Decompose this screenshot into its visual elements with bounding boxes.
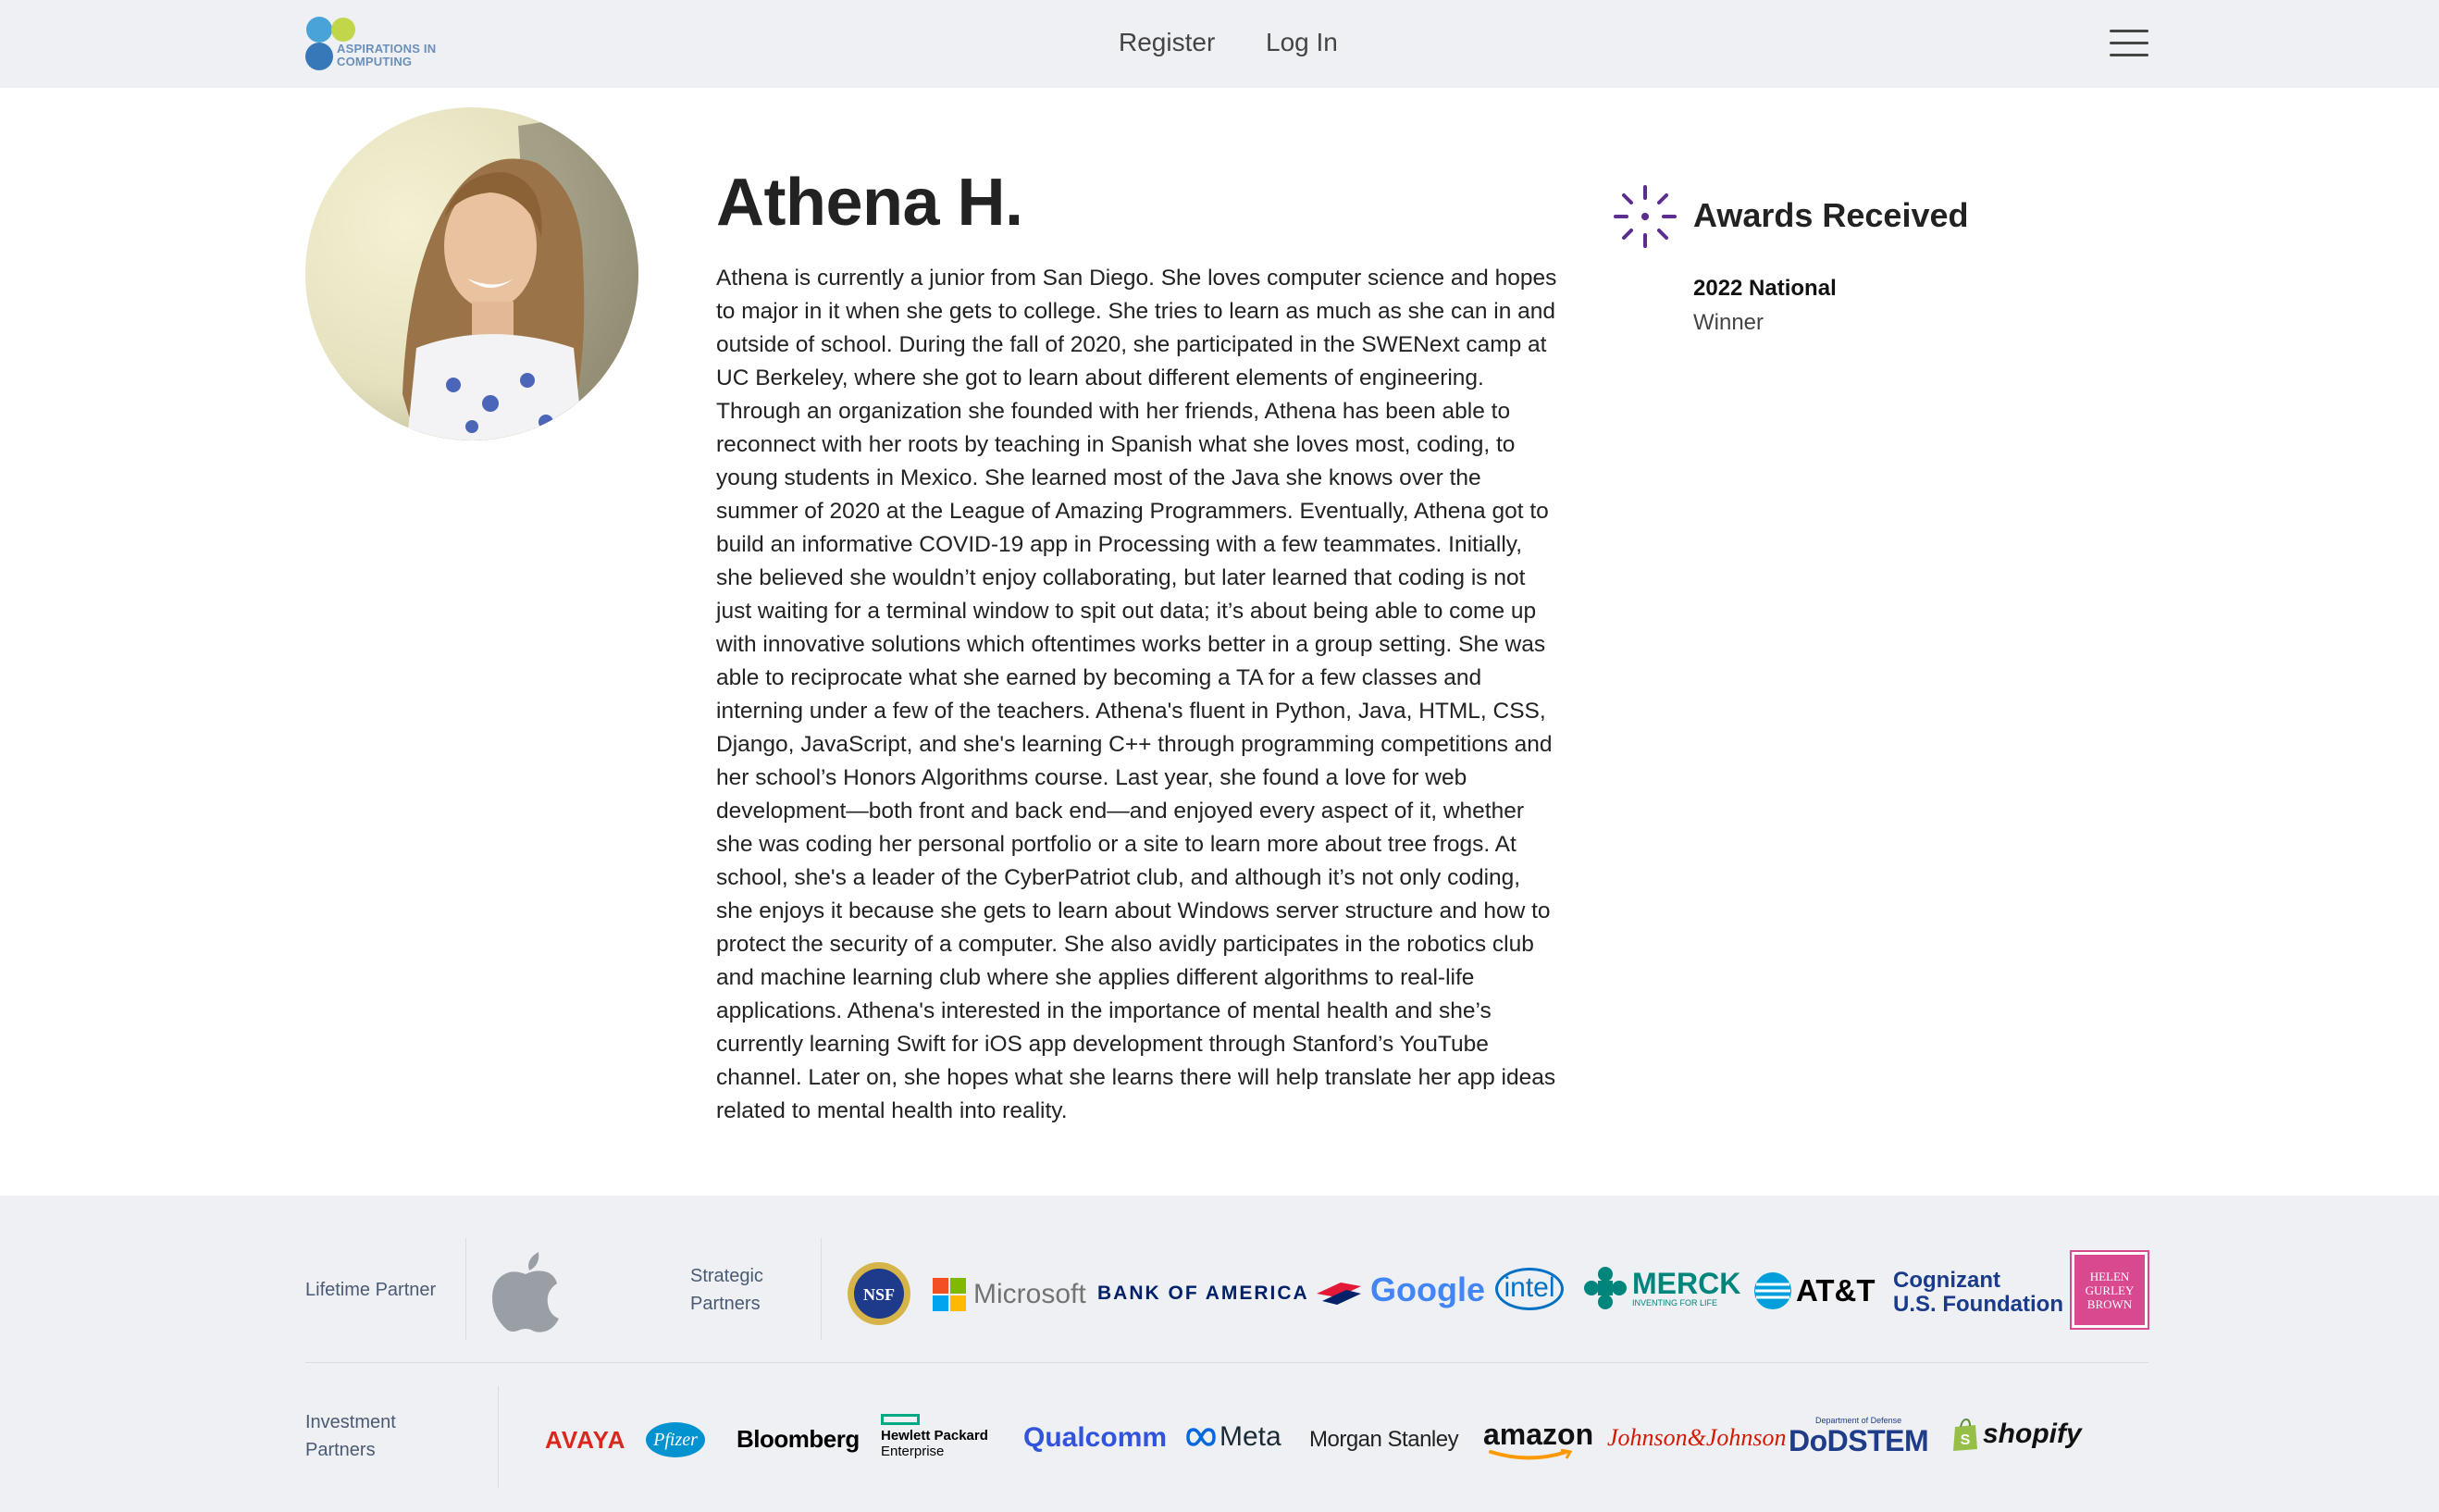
hgb-line3: BROWN xyxy=(2086,1297,2133,1311)
shopify-logo[interactable]: S shopify xyxy=(1951,1418,2082,1451)
avaya-logo[interactable]: AVAYA xyxy=(545,1426,625,1455)
cognizant-logo[interactable]: Cognizant U.S. Foundation xyxy=(1893,1269,2063,1317)
investment-label-line2: Partners xyxy=(305,1440,376,1460)
lifetime-partner-label: Lifetime Partner xyxy=(305,1280,437,1300)
strategic-partners-label: Strategic Partners xyxy=(690,1262,763,1318)
divider xyxy=(465,1238,466,1340)
morgan-stanley-logo[interactable]: Morgan Stanley xyxy=(1309,1427,1459,1453)
meta-logo[interactable]: Meta xyxy=(1185,1421,1281,1453)
johnson-johnson-logo[interactable]: Johnson&Johnson xyxy=(1607,1424,1787,1452)
meta-infinity-icon xyxy=(1186,1428,1216,1446)
award-year: 2022 National xyxy=(1693,276,1837,301)
microsoft-squares-icon xyxy=(933,1278,966,1311)
investment-label-line1: Investment xyxy=(305,1412,396,1432)
cognizant-text-line1: Cognizant xyxy=(1893,1268,2000,1293)
google-logo[interactable]: Google xyxy=(1370,1270,1485,1309)
google-text: Google xyxy=(1370,1270,1485,1308)
nsf-logo-icon[interactable]: NSF xyxy=(846,1260,912,1327)
awards-title: Awards Received xyxy=(1693,196,1969,234)
divider xyxy=(821,1238,822,1340)
award-burst-icon xyxy=(1614,185,1677,248)
bloomberg-logo[interactable]: Bloomberg xyxy=(737,1425,860,1454)
boa-text: BANK OF AMERICA xyxy=(1097,1283,1309,1304)
amazon-smile-icon xyxy=(1489,1449,1573,1460)
hpe-text-line1: Hewlett Packard xyxy=(881,1428,988,1444)
hgb-line2: GURLEY xyxy=(2085,1283,2135,1297)
hpe-rectangle-icon xyxy=(881,1414,920,1425)
qualcomm-logo[interactable]: Qualcomm xyxy=(1023,1422,1167,1454)
hpe-text-line2: Enterprise xyxy=(881,1444,945,1459)
shopify-bag-icon: S xyxy=(1953,1418,1977,1451)
merck-text: MERCK xyxy=(1632,1267,1741,1300)
meta-text: Meta xyxy=(1220,1421,1281,1452)
pfizer-logo[interactable]: Pfizer xyxy=(646,1422,705,1457)
strategic-label-line1: Strategic xyxy=(690,1266,763,1286)
att-logo[interactable]: AT&T xyxy=(1753,1271,1876,1310)
partners-footer xyxy=(0,1196,2439,1512)
cognizant-text-line2: U.S. Foundation xyxy=(1893,1292,2063,1317)
amazon-text: amazon xyxy=(1483,1418,1594,1451)
hgb-line1: HELEN xyxy=(2089,1270,2130,1283)
microsoft-logo[interactable]: Microsoft xyxy=(933,1278,1086,1311)
register-link[interactable]: Register xyxy=(1119,28,1215,57)
dodstem-text: DoDSTEM xyxy=(1789,1424,1929,1457)
investment-partners-label: Investment Partners xyxy=(305,1408,396,1464)
dodstem-logo[interactable]: Department of Defense DoDSTEM xyxy=(1789,1416,1929,1457)
microsoft-text: Microsoft xyxy=(973,1279,1086,1309)
att-globe-icon xyxy=(1754,1272,1791,1309)
apple-logo-icon[interactable] xyxy=(489,1245,563,1333)
att-text: AT&T xyxy=(1796,1273,1876,1308)
hpe-logo[interactable]: Hewlett Packard Enterprise xyxy=(881,1414,988,1459)
profile-name: Athena H. xyxy=(716,166,1023,240)
boa-flag-icon xyxy=(1316,1283,1361,1305)
helen-gurley-brown-logo[interactable]: HELEN GURLEY BROWN xyxy=(2070,1250,2149,1330)
svg-text:S: S xyxy=(1961,1432,1971,1448)
site-header: ASPIRATIONS IN COMPUTING Register Log In xyxy=(0,0,2439,88)
amazon-logo[interactable]: amazon xyxy=(1483,1418,1594,1460)
logo-text[interactable]: ASPIRATIONS IN COMPUTING xyxy=(337,43,436,68)
divider xyxy=(498,1386,499,1488)
nsf-text: NSF xyxy=(863,1285,895,1304)
strategic-label-line2: Partners xyxy=(690,1294,761,1314)
intel-logo[interactable]: intel xyxy=(1495,1268,1564,1310)
merck-logo[interactable]: MERCK INVENTING FOR LIFE xyxy=(1584,1267,1740,1309)
award-level: Winner xyxy=(1693,310,1764,335)
bank-of-america-logo[interactable]: BANK OF AMERICA xyxy=(1097,1281,1363,1307)
login-link[interactable]: Log In xyxy=(1266,28,1338,57)
profile-avatar xyxy=(305,107,638,440)
profile-bio: Athena is currently a junior from San Di… xyxy=(716,266,1557,1123)
footer-divider xyxy=(305,1362,2148,1363)
hamburger-menu-icon[interactable] xyxy=(2110,30,2148,57)
merck-icon xyxy=(1584,1267,1627,1309)
shopify-text: shopify xyxy=(1983,1419,2082,1449)
logo-text-line2: COMPUTING xyxy=(337,55,413,68)
logo-text-line1: ASPIRATIONS IN xyxy=(337,42,437,56)
